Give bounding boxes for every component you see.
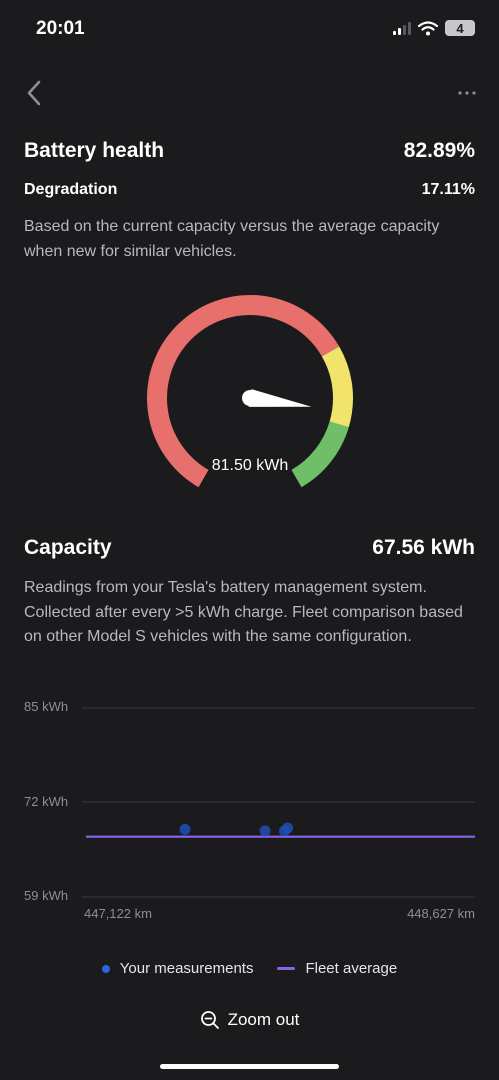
wifi-icon — [418, 20, 438, 35]
more-options-icon[interactable] — [455, 82, 479, 102]
zoom-out-label: Zoom out — [227, 1010, 300, 1029]
measurement-point[interactable] — [179, 823, 191, 835]
gauge-arc-yellow — [321, 346, 353, 428]
measurement-dot-icon — [101, 964, 110, 973]
battery-health-description: Based on the current capacity versus the… — [24, 218, 440, 260]
cellular-signal-icon — [393, 21, 411, 35]
status-icons: 4 — [393, 20, 475, 36]
capacity-chart[interactable] — [0, 690, 499, 930]
gauge-needle — [242, 389, 312, 407]
gauge-arc-red — [147, 295, 340, 488]
y-tick-label: 59 kWh — [24, 888, 69, 903]
chart-legend: Your measurements Fleet average — [0, 960, 499, 977]
y-tick-label: 72 kWh — [24, 794, 69, 809]
degradation-value: 17.11% — [421, 181, 475, 198]
battery-health-value: 82.89% — [403, 139, 475, 162]
legend-measurements-label: Your measurements — [119, 960, 254, 977]
measurement-point[interactable] — [282, 822, 294, 834]
legend-measurements: Your measurements — [101, 960, 254, 977]
x-tick-label: 447,122 km — [84, 906, 152, 921]
gauge-capacity-label: 81.50 kWh — [211, 457, 289, 474]
capacity-title: Capacity — [24, 536, 112, 559]
x-tick-label: 448,627 km — [407, 906, 475, 921]
fleet-line-icon — [277, 967, 296, 970]
battery-health-title: Battery health — [24, 139, 165, 162]
degradation-label: Degradation — [24, 181, 118, 198]
status-time: 20:01 — [36, 18, 85, 39]
legend-fleet-label: Fleet average — [305, 960, 398, 977]
capacity-value: 67.56 kWh — [372, 536, 475, 559]
capacity-description: Readings from your Tesla's battery manag… — [24, 579, 463, 645]
zoom-out-icon — [200, 1011, 219, 1029]
legend-fleet: Fleet average — [277, 960, 397, 977]
home-indicator — [160, 1064, 339, 1069]
zoom-out-button[interactable]: Zoom out — [0, 1010, 499, 1030]
y-tick-label: 85 kWh — [24, 699, 69, 714]
battery-icon: 4 — [445, 20, 475, 36]
measurement-point[interactable] — [259, 825, 271, 837]
back-chevron-icon[interactable] — [22, 78, 48, 108]
